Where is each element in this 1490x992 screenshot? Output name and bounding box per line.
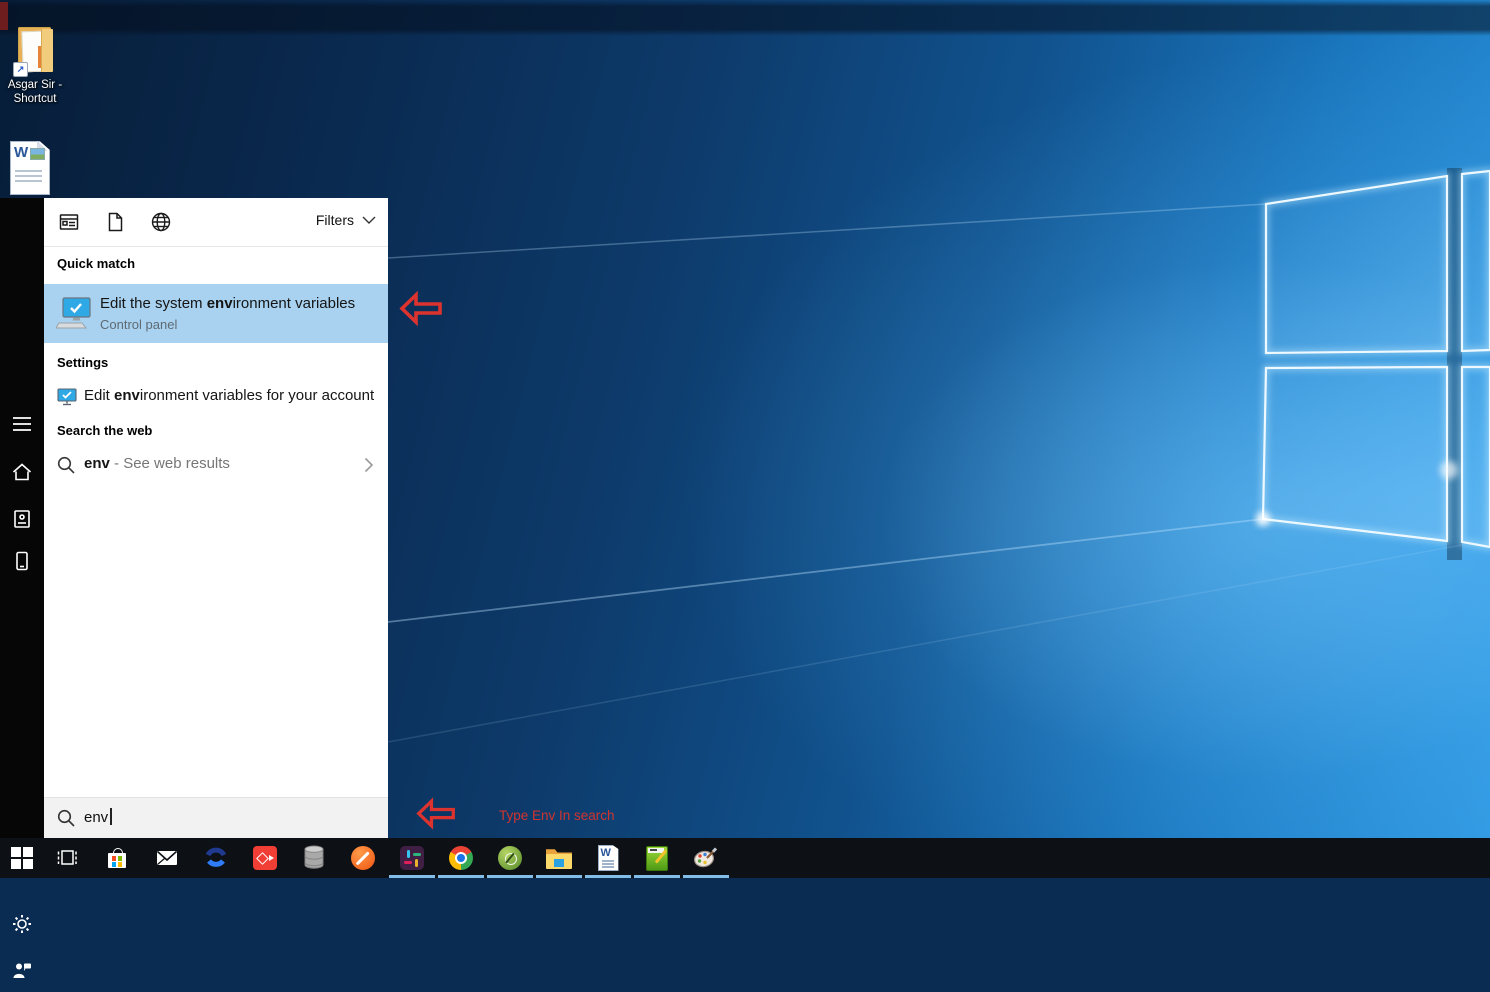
taskbar-microsoft-store[interactable] [93, 838, 141, 878]
red-diamond-icon [253, 846, 277, 870]
search-results-panel: Filters Quick match Edit the system envi… [44, 198, 388, 838]
mail-envelope-icon [155, 846, 179, 870]
annotation-arrow-search-box [416, 796, 456, 832]
windows-logo-icon [11, 847, 33, 869]
taskbar-mail[interactable] [143, 838, 191, 878]
taskbar-slack[interactable] [388, 838, 436, 878]
home-button[interactable] [0, 450, 44, 494]
running-indicator [536, 875, 582, 879]
chevron-down-icon [362, 216, 376, 224]
filters-label: Filters [316, 212, 354, 228]
cortana-sidebar [0, 198, 44, 838]
start-button[interactable] [0, 838, 44, 878]
taskbar-android-studio[interactable] [486, 838, 534, 878]
chevron-right-icon [364, 457, 374, 473]
home-icon [11, 461, 33, 483]
feedback-person-icon [11, 959, 33, 981]
taskbar-green-editor[interactable] [633, 838, 681, 878]
notebook-icon [11, 508, 33, 530]
taskbar-database-app[interactable] [290, 838, 338, 878]
search-input[interactable]: env [44, 797, 388, 839]
blue-emblem-icon [204, 846, 228, 870]
feedback-button[interactable] [0, 948, 44, 992]
menu-button[interactable] [0, 402, 44, 446]
notebook-button[interactable] [0, 497, 44, 541]
running-indicator [585, 875, 631, 879]
mobile-device-icon [11, 550, 33, 572]
slack-icon [400, 846, 424, 870]
search-filter-bar: Filters [44, 198, 388, 246]
running-indicator [389, 875, 435, 879]
shortcut-arrow-badge: ↗ [13, 62, 28, 77]
hamburger-menu-icon [11, 413, 33, 435]
android-studio-icon [498, 846, 522, 870]
monitor-check-icon [57, 388, 77, 406]
running-indicator [683, 875, 729, 879]
word-icon: W [598, 845, 619, 871]
filters-dropdown[interactable]: Filters [316, 212, 376, 228]
folder-shortcut-icon: ↗ [13, 26, 57, 78]
running-indicator [438, 875, 484, 879]
desktop-icon-asgar-shortcut[interactable]: ↗ Asgar Sir - Shortcut [2, 26, 68, 107]
running-indicator [634, 875, 680, 879]
green-editor-icon [646, 846, 668, 871]
search-icon [57, 456, 76, 475]
topbar-divider [44, 246, 388, 247]
system-properties-icon [56, 297, 94, 331]
result-see-web-results[interactable]: env - See web results [44, 448, 388, 482]
taskbar-word[interactable]: W [584, 838, 632, 878]
store-icon [105, 846, 129, 870]
result-edit-system-environment-variables[interactable]: Edit the system environment variables Co… [44, 284, 388, 343]
taskbar-chrome[interactable] [437, 838, 485, 878]
section-header-search-web: Search the web [57, 423, 152, 438]
document-icon [104, 211, 126, 233]
annotation-arrow-quick-match [399, 290, 443, 328]
taskbar: W [0, 838, 1490, 878]
file-explorer-icon [546, 847, 572, 869]
taskbar-paint[interactable] [682, 838, 730, 878]
task-view-button[interactable] [43, 838, 91, 878]
result-title: Edit the system environment variables [100, 295, 355, 312]
result-edit-user-environment-variables[interactable]: Edit environment variables for your acco… [44, 380, 388, 414]
settings-button[interactable] [0, 902, 44, 946]
taskbar-blue-emblem-app[interactable] [192, 838, 240, 878]
taskbar-red-diamond-app[interactable] [241, 838, 289, 878]
annotation-note: Type Env In search [499, 808, 615, 823]
search-icon [57, 809, 76, 828]
result-title: Edit environment variables for your acco… [84, 387, 374, 404]
taskbar-file-explorer[interactable] [535, 838, 583, 878]
task-view-icon [55, 846, 79, 870]
word-document-icon: W [8, 140, 52, 196]
chrome-icon [449, 846, 473, 870]
section-header-settings: Settings [57, 355, 108, 370]
orange-pen-icon [351, 846, 375, 870]
globe-icon [150, 211, 172, 233]
paint-palette-icon [693, 846, 719, 870]
thumbnail-image [30, 148, 45, 160]
running-indicator [487, 875, 533, 879]
apps-icon [58, 211, 80, 233]
filter-web-button[interactable] [150, 211, 172, 238]
result-title: env - See web results [84, 455, 230, 472]
desktop-icon-word-document[interactable]: W [8, 140, 52, 196]
text-caret [110, 808, 112, 825]
section-header-quick-match: Quick match [57, 256, 135, 271]
filter-documents-button[interactable] [104, 211, 126, 238]
devices-button[interactable] [0, 539, 44, 583]
search-query-text: env [84, 808, 112, 826]
filter-apps-button[interactable] [58, 211, 80, 238]
windows-desktop: { "glyphs": { "word": "W" }, "colors": {… [0, 0, 1490, 878]
database-icon [303, 845, 325, 871]
taskbar-orange-pen-app[interactable] [339, 838, 387, 878]
desktop-icon-label: Asgar Sir - Shortcut [2, 78, 68, 107]
gear-icon [11, 913, 33, 935]
result-subtitle: Control panel [100, 317, 177, 332]
